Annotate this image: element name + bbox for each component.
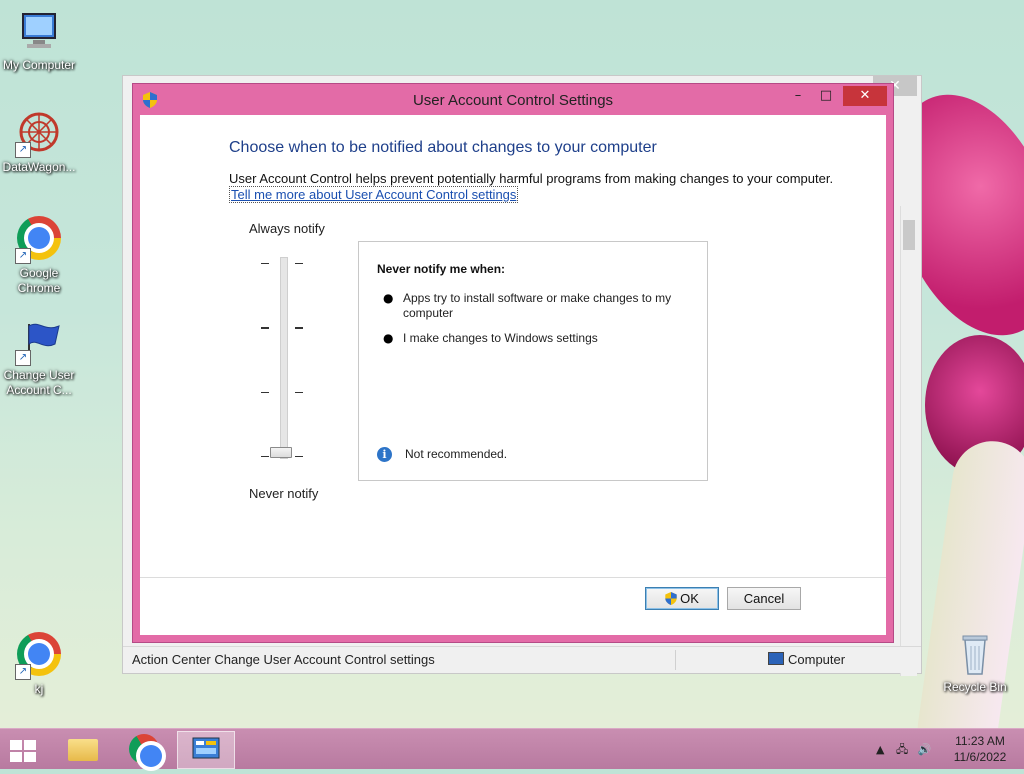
status-divider (675, 650, 676, 670)
computer-icon (15, 8, 63, 56)
desktop-icon-change-uac[interactable]: ↗ Change User Account C... (0, 318, 78, 398)
monitor-icon (768, 652, 784, 665)
shortcut-arrow-icon: ↗ (15, 142, 31, 158)
slider-thumb[interactable] (270, 447, 292, 458)
desktop-icon-datawagon[interactable]: ↗ DataWagon... (0, 110, 78, 175)
folder-icon (68, 739, 98, 761)
status-text: Action Center Change User Account Contro… (132, 652, 435, 667)
desktop-icon-label: kj (34, 682, 44, 696)
scrollbar-thumb[interactable] (903, 220, 915, 250)
taskbar-file-explorer[interactable] (54, 731, 110, 767)
chrome-icon (129, 734, 162, 767)
clock-time: 11:23 AM (955, 734, 1005, 748)
recycle-bin-icon (951, 630, 999, 678)
datawagon-logo-icon: ↗ (15, 110, 63, 158)
bullet-icon: ● (383, 331, 394, 345)
show-hidden-icons-icon[interactable]: ▲ (876, 743, 884, 756)
slider-tick (261, 327, 269, 329)
slider-bottom-label: Never notify (249, 486, 319, 501)
taskbar-control-panel[interactable] (177, 731, 235, 769)
bullet-icon: ● (383, 291, 394, 305)
level-description-panel: Never notify me when: ● Apps try to inst… (358, 241, 708, 481)
list-item: I make changes to Windows settings (403, 331, 598, 345)
desktop-icon-recycle-bin[interactable]: Recycle Bin (936, 630, 1014, 695)
volume-icon[interactable]: 🔊 (918, 743, 932, 756)
chrome-icon: ↗ (15, 632, 63, 680)
learn-more-link[interactable]: Tell me more about User Account Control … (229, 186, 519, 203)
desktop-icon-label: DataWagon... (2, 160, 76, 174)
status-bar: Action Center Change User Account Contro… (123, 646, 921, 673)
desktop-icon-label: My Computer (2, 58, 76, 72)
desktop-icon-kj[interactable]: ↗ kj (0, 630, 78, 697)
flag-icon: ↗ (15, 318, 63, 366)
footer-divider (140, 577, 886, 578)
page-title: Choose when to be notified about changes… (229, 139, 657, 156)
desktop-icon-label: Recycle Bin (943, 680, 1007, 694)
dialog-content: Choose when to be notified about changes… (140, 115, 886, 635)
slider-tick (295, 456, 303, 457)
shortcut-arrow-icon: ↗ (15, 350, 31, 366)
taskbar-google-chrome[interactable] (116, 731, 172, 767)
status-location-label: Computer (788, 652, 846, 667)
description-text: User Account Control helps prevent poten… (229, 171, 834, 186)
slider-track[interactable] (280, 257, 288, 459)
clock-date: 11/6/2022 (953, 750, 1007, 764)
close-button[interactable]: ✕ (843, 86, 887, 106)
windows-logo-icon (10, 740, 38, 762)
slider-tick (295, 263, 303, 264)
uac-settings-dialog: User Account Control Settings – □ ✕ Choo… (132, 83, 894, 643)
minimize-button[interactable]: – (785, 86, 811, 106)
maximize-button[interactable]: □ (813, 86, 839, 106)
slider-tick (261, 392, 269, 393)
slider-tick (295, 392, 303, 393)
control-panel-icon (192, 737, 220, 759)
desktop-icon-google-chrome[interactable]: ↗ Google Chrome (0, 214, 78, 296)
ok-button-label: OK (680, 591, 699, 606)
uac-shield-icon (665, 592, 677, 605)
info-title: Never notify me when: (377, 262, 506, 276)
background-window-scrollbar[interactable] (900, 206, 917, 676)
list-item: Apps try to install software or make cha… (403, 291, 672, 320)
system-tray: ▲ 🖧 🔊 (876, 741, 931, 760)
shortcut-arrow-icon: ↗ (15, 664, 31, 680)
recommendation-note: Not recommended. (405, 447, 508, 461)
info-icon: i (377, 447, 392, 462)
desktop-icon-label: Change User Account C... (3, 368, 75, 397)
dialog-title: User Account Control Settings (412, 92, 614, 109)
ok-button[interactable]: OK (645, 587, 719, 610)
desktop-icon-label: Google Chrome (17, 266, 61, 295)
taskbar: ▲ 🖧 🔊 11:23 AM 11/6/2022 (0, 728, 1024, 769)
shortcut-arrow-icon: ↗ (15, 248, 31, 264)
slider-tick (261, 263, 269, 264)
slider-tick (261, 456, 269, 457)
dialog-titlebar[interactable]: User Account Control Settings – □ ✕ (133, 84, 893, 114)
wallpaper-flower-stem (912, 436, 1024, 774)
start-button[interactable] (0, 731, 50, 767)
desktop-icon-my-computer[interactable]: My Computer (0, 8, 78, 73)
taskbar-clock[interactable]: 11:23 AM 11/6/2022 (950, 733, 1010, 765)
chrome-icon: ↗ (15, 216, 63, 264)
status-computer: Computer (768, 652, 845, 667)
cancel-button[interactable]: Cancel (727, 587, 801, 610)
slider-top-label: Always notify (249, 221, 325, 236)
slider-tick (295, 327, 303, 329)
network-icon[interactable]: 🖧 (896, 743, 908, 756)
